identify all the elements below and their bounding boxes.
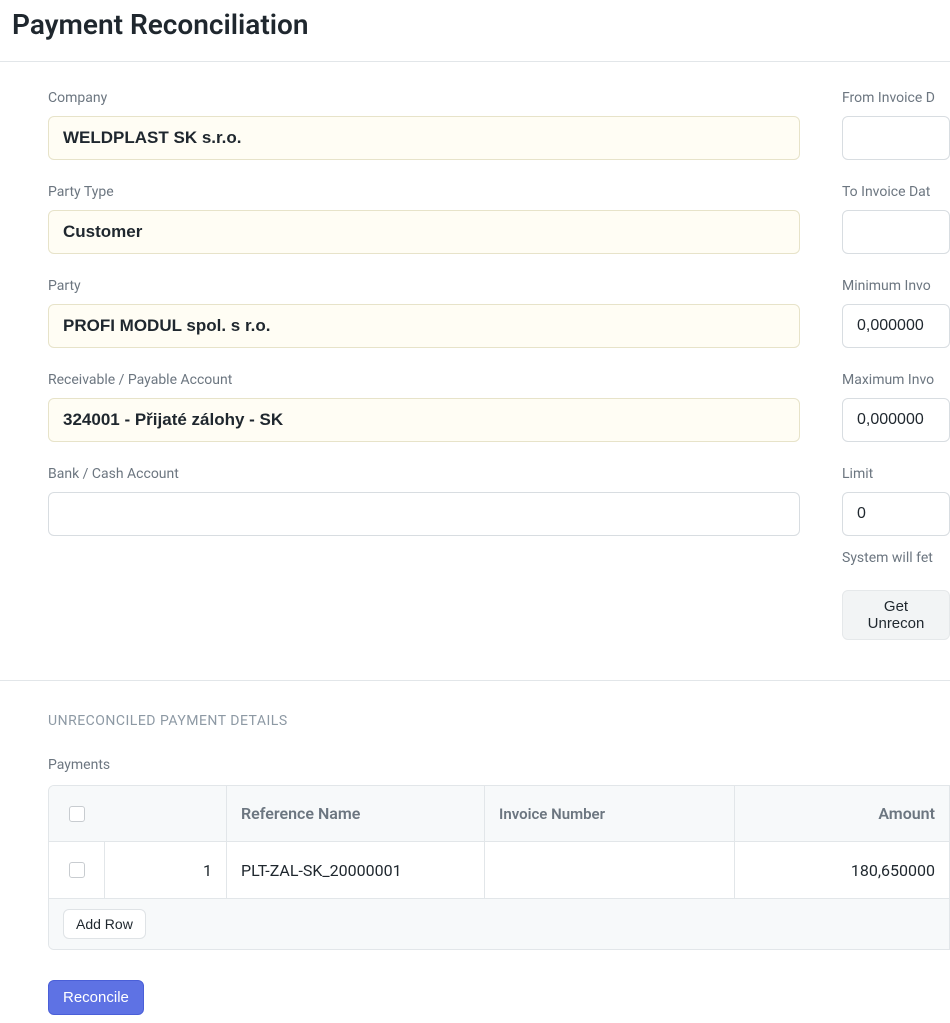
row-inv[interactable] [485, 842, 735, 898]
table-footer: Add Row [49, 898, 949, 949]
payments-table: Reference Name Invoice Number Amount 1 P… [48, 785, 950, 950]
party-type-label: Party Type [48, 184, 800, 200]
from-date-label: From Invoice D [842, 90, 950, 106]
table-body: 1 PLT-ZAL-SK_20000001 180,650000 [49, 842, 949, 898]
row-ref[interactable]: PLT-ZAL-SK_20000001 [227, 842, 485, 898]
row-amt[interactable]: 180,650000 [735, 842, 949, 898]
min-amount-label: Minimum Invo [842, 278, 950, 294]
row-check-cell [49, 842, 105, 898]
right-column: From Invoice D To Invoice Dat Minimum In… [842, 90, 950, 640]
max-amount-field: Maximum Invo [842, 372, 950, 442]
get-unreconciled-button[interactable]: Get Unrecon [842, 590, 950, 640]
row-idx: 1 [105, 842, 227, 898]
min-amount-input[interactable] [842, 304, 950, 348]
max-amount-input[interactable] [842, 398, 950, 442]
header-ref: Reference Name [227, 786, 485, 842]
from-date-field: From Invoice D [842, 90, 950, 160]
party-field: Party [48, 278, 800, 348]
account-input[interactable] [48, 398, 800, 442]
min-amount-field: Minimum Invo [842, 278, 950, 348]
limit-field: Limit [842, 466, 950, 536]
select-all-checkbox[interactable] [69, 806, 85, 822]
party-type-field: Party Type [48, 184, 800, 254]
header-inv: Invoice Number [485, 786, 735, 842]
bank-label: Bank / Cash Account [48, 466, 800, 482]
table-header: Reference Name Invoice Number Amount [49, 786, 949, 842]
page-title: Payment Reconciliation [0, 0, 950, 61]
row-checkbox[interactable] [69, 862, 85, 878]
limit-help-text: System will fet [842, 550, 950, 566]
to-date-field: To Invoice Dat [842, 184, 950, 254]
limit-input[interactable] [842, 492, 950, 536]
filter-form: Company Party Type Party Receivable / Pa… [0, 61, 950, 680]
bank-input[interactable] [48, 492, 800, 536]
party-input[interactable] [48, 304, 800, 348]
payments-table-label: Payments [48, 757, 950, 773]
limit-label: Limit [842, 466, 950, 482]
left-column: Company Party Type Party Receivable / Pa… [48, 90, 800, 640]
unreconciled-section: UNRECONCILED PAYMENT DETAILS Payments Re… [0, 680, 950, 1015]
header-idx-cell [105, 786, 227, 842]
company-field: Company [48, 90, 800, 160]
header-check-cell [49, 786, 105, 842]
section-heading: UNRECONCILED PAYMENT DETAILS [48, 713, 950, 729]
company-input[interactable] [48, 116, 800, 160]
account-label: Receivable / Payable Account [48, 372, 800, 388]
account-field: Receivable / Payable Account [48, 372, 800, 442]
party-label: Party [48, 278, 800, 294]
reconcile-button[interactable]: Reconcile [48, 980, 144, 1015]
company-label: Company [48, 90, 800, 106]
to-date-label: To Invoice Dat [842, 184, 950, 200]
bank-field: Bank / Cash Account [48, 466, 800, 536]
add-row-button[interactable]: Add Row [63, 909, 146, 939]
from-date-input[interactable] [842, 116, 950, 160]
party-type-input[interactable] [48, 210, 800, 254]
header-amt: Amount [735, 786, 949, 842]
max-amount-label: Maximum Invo [842, 372, 950, 388]
table-row[interactable]: 1 PLT-ZAL-SK_20000001 180,650000 [49, 842, 949, 898]
to-date-input[interactable] [842, 210, 950, 254]
